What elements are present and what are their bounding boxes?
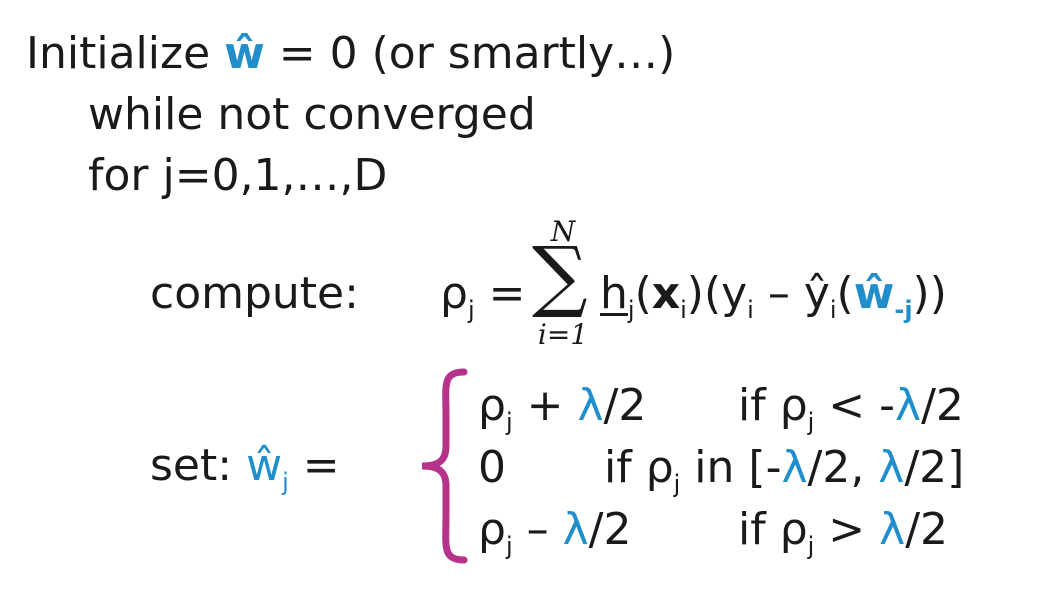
lambda-symbol: λ (895, 380, 922, 431)
lambda-symbol: λ (878, 442, 905, 493)
for-text: for j=0,1,…,D (88, 150, 388, 201)
case-op: – (512, 504, 563, 555)
set-label: set: ŵj = (150, 444, 340, 495)
y-hat-subscript: i (829, 296, 837, 324)
paren: ( (634, 268, 652, 319)
cond-op: in [- (680, 442, 782, 493)
rho-symbol: ρ (440, 268, 468, 319)
for-line: for j=0,1,…,D (88, 154, 387, 198)
case-rho-subscript: j (505, 532, 513, 560)
case-half: /2 (588, 504, 632, 555)
cond-half: /2, (807, 442, 879, 493)
case-row: 0 (478, 446, 506, 490)
case-row: ρj + λ/2 (478, 384, 646, 435)
case-rho: ρ (478, 504, 506, 555)
summation: N ∑ i=1 (528, 215, 598, 351)
rho-subscript: j (467, 296, 475, 324)
case-condition: if ρj < -λ/2 (738, 384, 964, 435)
sum-lower-limit: i=1 (537, 318, 589, 351)
cond-if-rho: if ρ (738, 380, 808, 431)
case-rho: ρ (478, 380, 506, 431)
w-hat-symbol: ŵ (224, 28, 265, 79)
paren-close: )) (912, 268, 947, 319)
cond-half-close: /2] (904, 442, 965, 493)
compute-lhs: ρj = (440, 272, 525, 323)
init-text-rest: = 0 (or smartly…) (264, 28, 676, 79)
while-line: while not converged (88, 93, 536, 137)
case-half: /2 (603, 380, 647, 431)
lambda-symbol: λ (879, 504, 906, 555)
w-hat-symbol: ŵ (853, 268, 895, 319)
compute-label: compute: (150, 272, 359, 316)
while-text: while not converged (88, 89, 536, 140)
case-zero: 0 (478, 442, 506, 493)
equals-sign: = (474, 268, 526, 319)
cond-if-rho: if ρ (738, 504, 808, 555)
case-condition: if ρj > λ/2 (738, 508, 948, 559)
init-text: Initialize (26, 28, 225, 79)
compute-rhs: hj(xi)(yi – ŷi(ŵ-j)) (600, 272, 947, 323)
curly-brace-icon (421, 368, 468, 564)
case-row: ρj – λ/2 (478, 508, 631, 559)
h-symbol: h (600, 268, 628, 319)
set-label-text: set: (150, 440, 247, 491)
case-condition: if ρj in [-λ/2, λ/2] (604, 446, 964, 497)
cond-half: /2 (905, 504, 949, 555)
x-symbol: x (651, 268, 681, 319)
case-op: + (512, 380, 578, 431)
compute-label-text: compute: (150, 268, 359, 319)
sigma-icon: ∑ (532, 231, 588, 321)
cond-if-rho: if ρ (604, 442, 674, 493)
y-symbol: )(y (686, 268, 748, 319)
lambda-symbol: λ (562, 504, 589, 555)
cond-op: < - (814, 380, 896, 431)
w-hat-j-subscript: j (282, 468, 289, 496)
init-line: Initialize ŵ = 0 (or smartly…) (26, 32, 675, 76)
w-hat-j-symbol: ŵ (246, 440, 283, 491)
equals-sign: = (288, 440, 340, 491)
cond-half: /2 (921, 380, 964, 431)
lambda-symbol: λ (577, 380, 604, 431)
case-rho-subscript: j (505, 408, 513, 436)
w-hat-subscript: -j (894, 296, 913, 324)
lambda-symbol: λ (781, 442, 808, 493)
cond-op: > (814, 504, 880, 555)
y-hat-symbol: – ŷ (753, 268, 830, 319)
y-subscript: i (747, 296, 754, 324)
h-subscript: j (627, 296, 635, 324)
paren: ( (836, 268, 854, 319)
x-subscript: i (680, 296, 687, 324)
